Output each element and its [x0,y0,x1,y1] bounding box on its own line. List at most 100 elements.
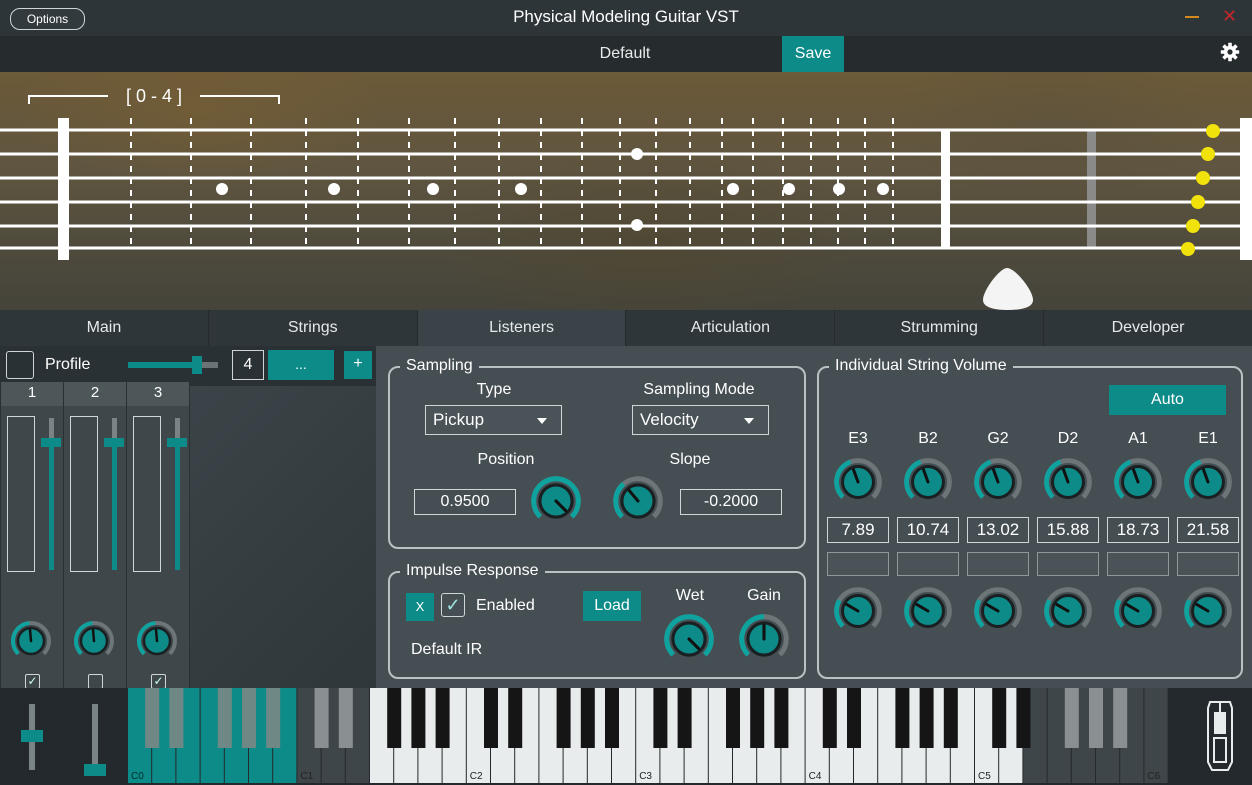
tab-strumming[interactable]: Strumming [835,310,1045,346]
mod-wheel-thumb[interactable] [84,764,106,776]
black-key[interactable] [387,688,402,748]
black-key[interactable] [1089,688,1103,748]
preset-name[interactable]: Default [560,45,690,63]
black-key[interactable] [726,688,740,748]
load-ir-button[interactable]: Load [583,591,641,621]
black-key[interactable] [266,688,281,748]
black-key[interactable] [556,688,571,748]
black-key[interactable] [217,688,232,748]
black-key[interactable] [314,688,329,748]
string-volume-knob[interactable] [1183,457,1233,507]
string-volume-value[interactable]: 7.89 [827,517,889,543]
white-key[interactable] [1144,688,1168,783]
save-button[interactable]: Save [782,36,844,72]
channel-fader-thumb[interactable] [167,438,187,447]
sampling-mode-dropdown[interactable]: Velocity [632,405,769,435]
black-key[interactable] [919,688,934,748]
profile-count[interactable]: 4 [232,350,264,380]
channel-checkbox[interactable]: ✓ [25,674,40,689]
pick-icon[interactable] [983,268,1033,310]
string-pan-knob[interactable] [1113,586,1163,636]
black-key[interactable] [895,688,910,748]
black-key[interactable] [338,688,353,748]
tab-articulation[interactable]: Articulation [626,310,836,346]
black-key[interactable] [169,688,184,748]
channel-checkbox[interactable] [88,674,103,689]
tab-strings[interactable]: Strings [209,310,418,346]
string-pan-knob[interactable] [833,586,883,636]
black-key[interactable] [992,688,1007,748]
channel-strip: 3 ✓ X [127,382,189,724]
string-volume-knob[interactable] [1043,457,1093,507]
sampling-group: Sampling Type Pickup Sampling Mode Veloc… [388,357,806,549]
slope-value[interactable]: -0.2000 [680,489,782,515]
gain-knob[interactable] [738,613,790,665]
tab-main[interactable]: Main [0,310,209,346]
position-value[interactable]: 0.9500 [414,489,516,515]
string-volume-knob[interactable] [973,457,1023,507]
black-key[interactable] [508,688,523,748]
fretboard[interactable]: [ 0 - 4 ] [0,72,1252,310]
black-key[interactable] [484,688,498,748]
black-key[interactable] [580,688,595,748]
string-volume-knob[interactable] [1113,457,1163,507]
black-key[interactable] [1113,688,1128,748]
black-key[interactable] [242,688,256,748]
tab-developer[interactable]: Developer [1044,310,1252,346]
channel-knob[interactable] [10,620,52,662]
profile-checkbox[interactable] [6,351,34,379]
string-pan-knob[interactable] [1183,586,1233,636]
minimize-button[interactable] [1185,16,1199,18]
profile-slider[interactable] [128,356,218,374]
string-listener-points[interactable] [1181,124,1220,256]
black-key[interactable] [774,688,789,748]
close-icon[interactable]: ✕ [1222,7,1237,25]
string-volume-value[interactable]: 15.88 [1037,517,1099,543]
gear-icon[interactable] [1220,42,1240,62]
enabled-checkbox[interactable]: ✓ [441,593,465,617]
add-profile-button[interactable]: + [344,351,372,379]
string-pan-knob[interactable] [973,586,1023,636]
string-volume-value[interactable]: 21.58 [1177,517,1239,543]
string-volume-value[interactable]: 10.74 [897,517,959,543]
tab-listeners[interactable]: Listeners [417,310,627,346]
string-volume-knob[interactable] [833,457,883,507]
profile-more-button[interactable]: ... [268,350,334,380]
black-key[interactable] [847,688,861,748]
black-key[interactable] [411,688,426,748]
string-volume-value[interactable]: 13.02 [967,517,1029,543]
piano-keyboard[interactable]: C0 C1 C2 C3 C4 C5 C6 [128,688,1188,785]
black-key[interactable] [1064,688,1079,748]
auto-button[interactable]: Auto [1109,385,1226,415]
wet-knob[interactable] [663,613,715,665]
channel-checkbox[interactable]: ✓ [151,674,166,689]
channel-knob[interactable] [73,620,115,662]
black-key[interactable] [1016,688,1031,748]
mod-wheel[interactable] [92,704,98,770]
string-pan-knob[interactable] [903,586,953,636]
pitch-bend-thumb[interactable] [21,730,43,742]
black-key[interactable] [677,688,692,748]
string-volume-knob[interactable] [903,457,953,507]
channel-fader-thumb[interactable] [41,438,61,447]
black-key[interactable] [943,688,958,748]
channel-knob[interactable] [136,620,178,662]
fretboard-graphic: [ 0 - 4 ] [0,86,1252,310]
guitar-headstock-icon[interactable] [1204,698,1236,772]
slope-knob[interactable] [612,475,664,527]
channel-fader-thumb[interactable] [104,438,124,447]
pickup-position-marker[interactable] [1087,130,1096,248]
black-key[interactable] [145,688,160,748]
black-key[interactable] [822,688,837,748]
string-volume-value[interactable]: 18.73 [1107,517,1169,543]
black-key[interactable] [435,688,450,748]
black-key[interactable] [605,688,619,748]
string-pan-knob[interactable] [1043,586,1093,636]
black-key[interactable] [653,688,668,748]
black-key[interactable] [750,688,765,748]
profile-slider-thumb[interactable] [192,356,202,374]
gain-label: Gain [747,587,781,604]
clear-ir-button[interactable]: X [406,593,434,621]
position-knob[interactable] [530,475,582,527]
type-dropdown[interactable]: Pickup [425,405,562,435]
